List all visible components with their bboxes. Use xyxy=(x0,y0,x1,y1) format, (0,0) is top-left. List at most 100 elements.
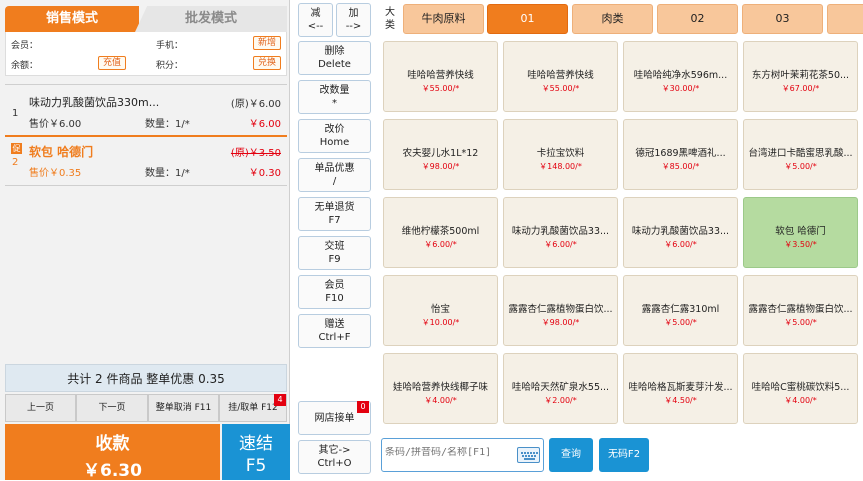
product-price: ￥4.00/* xyxy=(784,396,817,405)
product-name: 哇哈哈C蜜桃碳饮料5... xyxy=(751,382,850,393)
change-quantity-button[interactable]: 改数量 * xyxy=(298,80,371,114)
keyboard-icon[interactable] xyxy=(517,447,540,463)
checkout-button[interactable]: 收款 ￥6.30 xyxy=(5,424,220,481)
product-card[interactable]: 娃哈哈营养快线椰子味 ￥4.00/* xyxy=(383,353,498,424)
tab-wholesale-mode[interactable]: 批发模式 xyxy=(135,6,287,32)
product-price: ￥3.50/* xyxy=(784,240,817,249)
product-price: ￥67.00/* xyxy=(781,84,820,93)
product-name: 哇哈哈营养快线 xyxy=(527,70,594,81)
product-price: ￥55.00/* xyxy=(421,84,460,93)
item-discount-button[interactable]: 单品优惠 / xyxy=(298,158,371,192)
product-card[interactable]: 露露杏仁露310ml ￥5.00/* xyxy=(623,275,738,346)
online-orders-badge: 0 xyxy=(357,401,369,413)
category-tab[interactable]: 03 xyxy=(742,4,823,34)
product-card[interactable]: 露露杏仁露植物蛋白饮... ￥5.00/* xyxy=(743,275,858,346)
product-card[interactable]: 味动力乳酸菌饮品33... ￥6.00/* xyxy=(623,197,738,268)
return-without-receipt-button[interactable]: 无单退货 F7 xyxy=(298,197,371,231)
category-tab-overflow[interactable] xyxy=(827,4,863,34)
shift-handover-button[interactable]: 交班 F9 xyxy=(298,236,371,270)
category-tab[interactable]: 肉类 xyxy=(572,4,653,34)
gift-button[interactable]: 赠送 Ctrl+F xyxy=(298,314,371,348)
no-barcode-button[interactable]: 无码F2 xyxy=(599,438,649,472)
product-name: 哇哈哈天然矿泉水55... xyxy=(511,382,610,393)
product-card[interactable]: 哇哈哈营养快线 ￥55.00/* xyxy=(503,41,618,112)
other-functions-button[interactable]: 其它-> Ctrl+O xyxy=(298,440,371,474)
category-group-label: 大 类 xyxy=(379,4,401,34)
product-price: ￥98.00/* xyxy=(421,162,460,171)
increase-key: --> xyxy=(345,21,362,32)
decrease-button[interactable]: 减 <-- xyxy=(298,3,333,37)
product-name: 娃哈哈营养快线椰子味 xyxy=(392,382,488,393)
decrease-key: <-- xyxy=(307,21,324,32)
search-input[interactable] xyxy=(385,447,513,458)
query-button[interactable]: 查询 xyxy=(549,438,593,472)
cart-item[interactable]: 1 味动力乳酸菌饮品330m... (原)￥6.00 售价￥6.00 数量：1/… xyxy=(5,90,287,134)
change-price-button[interactable]: 改价 Home xyxy=(298,119,371,153)
product-card[interactable]: 德冠1689黑啤酒礼... ￥85.00/* xyxy=(623,119,738,190)
change-price-key: Home xyxy=(319,137,350,148)
category-tab[interactable]: 牛肉原料 xyxy=(403,4,484,34)
divider xyxy=(5,185,287,186)
product-card[interactable]: 软包 哈德门 ￥3.50/* xyxy=(743,197,858,268)
delete-button[interactable]: 删除 Delete xyxy=(298,41,371,75)
quick-checkout-key: F5 xyxy=(245,456,267,476)
product-card[interactable]: 哇哈哈天然矿泉水55... ￥2.00/* xyxy=(503,353,618,424)
item-index: 2 xyxy=(12,157,19,168)
member-info-box: 会员： 手机： 新增 余额： 充值 积分： 兑换 xyxy=(5,32,287,76)
item-subtotal: ￥6.00 xyxy=(248,119,281,130)
product-card[interactable]: 露露杏仁露植物蛋白饮... ￥98.00/* xyxy=(503,275,618,346)
redeem-button[interactable]: 兑换 xyxy=(253,56,282,70)
add-member-button[interactable]: 新增 xyxy=(253,36,282,50)
product-card[interactable]: 味动力乳酸菌饮品33... ￥6.00/* xyxy=(503,197,618,268)
item-subtotal: ￥0.30 xyxy=(248,168,281,179)
product-card[interactable]: 台湾进口卡酷蜜思乳酸... ￥5.00/* xyxy=(743,119,858,190)
category-group-label-line2: 类 xyxy=(385,20,395,31)
member-label: 会员 xyxy=(324,280,345,291)
return-key: F7 xyxy=(328,215,341,226)
product-card[interactable]: 东方树叶茉莉花茶50... ￥67.00/* xyxy=(743,41,858,112)
product-card[interactable]: 哇哈哈纯净水596m... ￥30.00/* xyxy=(623,41,738,112)
product-card[interactable]: 哇哈哈C蜜桃碳饮料5... ￥4.00/* xyxy=(743,353,858,424)
checkout-label: 收款 xyxy=(95,434,130,454)
delete-key: Delete xyxy=(318,59,351,70)
checkout-amount: ￥6.30 xyxy=(83,461,142,481)
cart-item-selected[interactable]: 促 2 软包 哈德门 (原)￥3.50 售价￥0.35 数量：1/* ￥0.30 xyxy=(5,139,287,183)
product-name: 台湾进口卡酷蜜思乳酸... xyxy=(748,148,853,159)
product-card[interactable]: 哇哈哈格瓦斯麦芽汁发... ￥4.50/* xyxy=(623,353,738,424)
recharge-button[interactable]: 充值 xyxy=(98,56,127,70)
product-name: 露露杏仁露植物蛋白饮... xyxy=(508,304,613,315)
product-card[interactable]: 农夫婴儿水1L*12 ￥98.00/* xyxy=(383,119,498,190)
other-key: Ctrl+O xyxy=(317,458,352,469)
product-price: ￥148.00/* xyxy=(539,162,582,171)
category-tab-active[interactable]: 01 xyxy=(487,4,568,34)
increase-button[interactable]: 加 --> xyxy=(336,3,371,37)
return-label: 无单退货 xyxy=(314,202,355,213)
product-card[interactable]: 卡拉宝饮料 ￥148.00/* xyxy=(503,119,618,190)
member-button[interactable]: 会员 F10 xyxy=(298,275,371,309)
item-index: 1 xyxy=(12,108,19,119)
product-card[interactable]: 怡宝 ￥10.00/* xyxy=(383,275,498,346)
next-page-button[interactable]: 下一页 xyxy=(76,394,148,422)
product-price: ￥5.00/* xyxy=(784,162,817,171)
product-name: 哇哈哈营养快线 xyxy=(407,70,474,81)
product-name: 东方树叶茉莉花茶50... xyxy=(751,70,850,81)
item-original-price: (原)￥6.00 xyxy=(230,99,281,110)
divider xyxy=(5,84,287,85)
product-name: 哇哈哈格瓦斯麦芽汁发... xyxy=(628,382,733,393)
cancel-order-button[interactable]: 整单取消 F11 xyxy=(148,394,219,422)
prev-page-button[interactable]: 上一页 xyxy=(5,394,76,422)
product-card[interactable]: 哇哈哈营养快线 ￥55.00/* xyxy=(383,41,498,112)
tab-sale-mode[interactable]: 销售模式 xyxy=(5,6,139,32)
quick-checkout-button[interactable]: 速结 F5 xyxy=(222,424,290,480)
item-original-price: (原)￥3.50 xyxy=(230,148,281,159)
category-tab[interactable]: 02 xyxy=(657,4,738,34)
item-name: 味动力乳酸菌饮品330m... xyxy=(29,96,160,109)
item-name: 软包 哈德门 xyxy=(29,145,94,159)
cart-panel: 销售模式 批发模式 会员： 手机： 新增 余额： 充值 积分： 兑换 1 味动力… xyxy=(0,0,290,481)
gift-label: 赠送 xyxy=(324,319,345,330)
product-card[interactable]: 维他柠檬茶500ml ￥6.00/* xyxy=(383,197,498,268)
member-label: 会员： xyxy=(11,41,39,51)
product-price: ￥6.00/* xyxy=(544,240,577,249)
product-name: 卡拉宝饮料 xyxy=(536,148,585,159)
divider xyxy=(5,135,287,137)
